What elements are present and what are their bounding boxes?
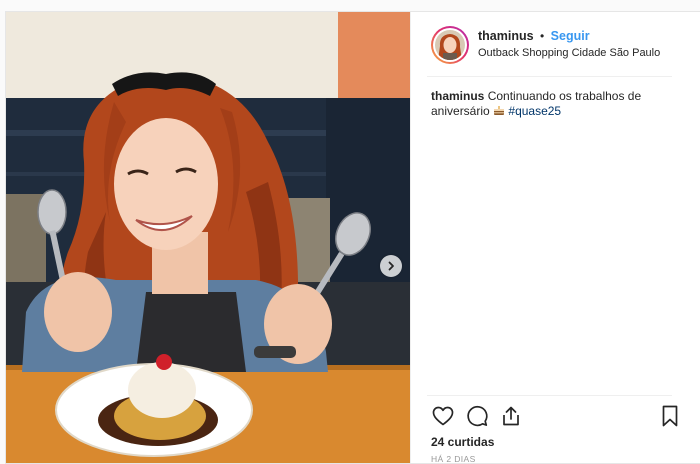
hashtag-link[interactable]: #quase25: [508, 104, 561, 118]
comment-icon[interactable]: [465, 404, 489, 428]
photo-scene: [6, 12, 410, 463]
separator-dot: •: [540, 29, 545, 43]
actions-divider: [427, 395, 672, 396]
header-divider: [427, 76, 672, 77]
avatar-image: [435, 29, 465, 60]
heart-icon[interactable]: [431, 404, 455, 428]
post-header: thaminus • Seguir Outback Shopping Cidad…: [411, 12, 700, 77]
bookmark-icon[interactable]: [658, 404, 682, 428]
likes-count[interactable]: 24 curtidas: [431, 435, 494, 449]
post-side-panel: thaminus • Seguir Outback Shopping Cidad…: [410, 12, 700, 464]
cake-icon: [494, 106, 505, 115]
share-icon[interactable]: [499, 404, 523, 428]
instagram-post: thaminus • Seguir Outback Shopping Cidad…: [5, 11, 700, 464]
post-actions: [431, 404, 680, 428]
header-text: thaminus • Seguir Outback Shopping Cidad…: [478, 28, 660, 61]
avatar[interactable]: [431, 25, 469, 64]
caption-username[interactable]: thaminus: [431, 89, 484, 103]
post-caption: thaminus Continuando os trabalhos de ani…: [431, 89, 682, 119]
next-photo-button[interactable]: [380, 255, 402, 277]
post-photo[interactable]: [6, 12, 410, 463]
location-link[interactable]: Outback Shopping Cidade São Paulo: [478, 45, 660, 61]
chevron-right-icon: [388, 261, 394, 271]
username-link[interactable]: thaminus: [478, 29, 534, 43]
post-timestamp[interactable]: HÁ 2 DIAS: [431, 454, 476, 464]
follow-button[interactable]: Seguir: [551, 29, 590, 43]
